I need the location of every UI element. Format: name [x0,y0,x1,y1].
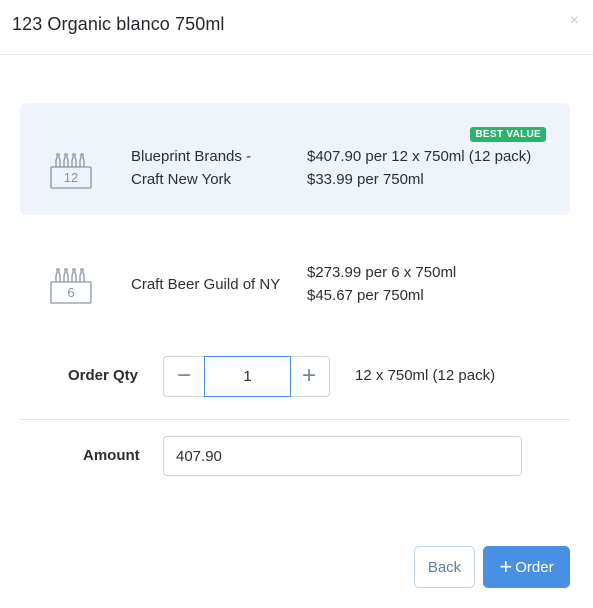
vendor-name-line: Craft Beer Guild of NY [131,276,281,293]
unit-price: $33.99 per 750ml [307,171,424,188]
plus-icon: + [499,554,513,579]
order-button-label: Order [515,558,554,576]
pack-price: $273.99 per 6 x 750ml [307,264,457,281]
pack-count: 12 [63,170,79,185]
modal-header: 123 Organic blanco 750ml × [0,0,593,55]
vendor-name-line: Blueprint Brands - [131,148,252,165]
vendor-option-craft-beer-guild[interactable]: 6 Craft Beer Guild of NY $273.99 per 6 x… [20,230,570,342]
order-button[interactable]: + Order [483,546,570,588]
plus-icon[interactable]: + [289,357,329,396]
price-info: $273.99 per 6 x 750ml $45.67 per 750ml [307,261,456,307]
vendor-name: Craft Beer Guild of NY [131,273,280,296]
pack-description: 12 x 750ml (12 pack) [355,367,496,384]
close-icon[interactable]: × [570,12,579,30]
vendor-option-blueprint[interactable]: 12 Blueprint Brands - Craft New York $40… [20,103,570,215]
best-value-badge: BEST VALUE [470,127,546,142]
divider [20,419,570,420]
amount-label: Amount [83,447,140,464]
bottle-pack-icon: 6 [50,268,92,304]
back-button[interactable]: Back [414,546,475,588]
quantity-input[interactable] [204,356,291,397]
price-info: $407.90 per 12 x 750ml (12 pack) $33.99 … [307,145,531,191]
quantity-stepper: − + [163,356,330,397]
bottle-pack-icon: 12 [50,153,92,189]
pack-price: $407.90 per 12 x 750ml (12 pack) [307,148,532,165]
amount-input[interactable] [163,436,522,476]
vendor-name-line: Craft New York [131,171,232,188]
unit-price: $45.67 per 750ml [307,287,424,304]
order-qty-label: Order Qty [68,367,139,384]
minus-icon[interactable]: − [164,357,204,396]
pack-count: 6 [67,285,75,300]
vendor-name: Blueprint Brands - Craft New York [131,145,251,191]
modal-title: 123 Organic blanco 750ml [12,14,225,34]
